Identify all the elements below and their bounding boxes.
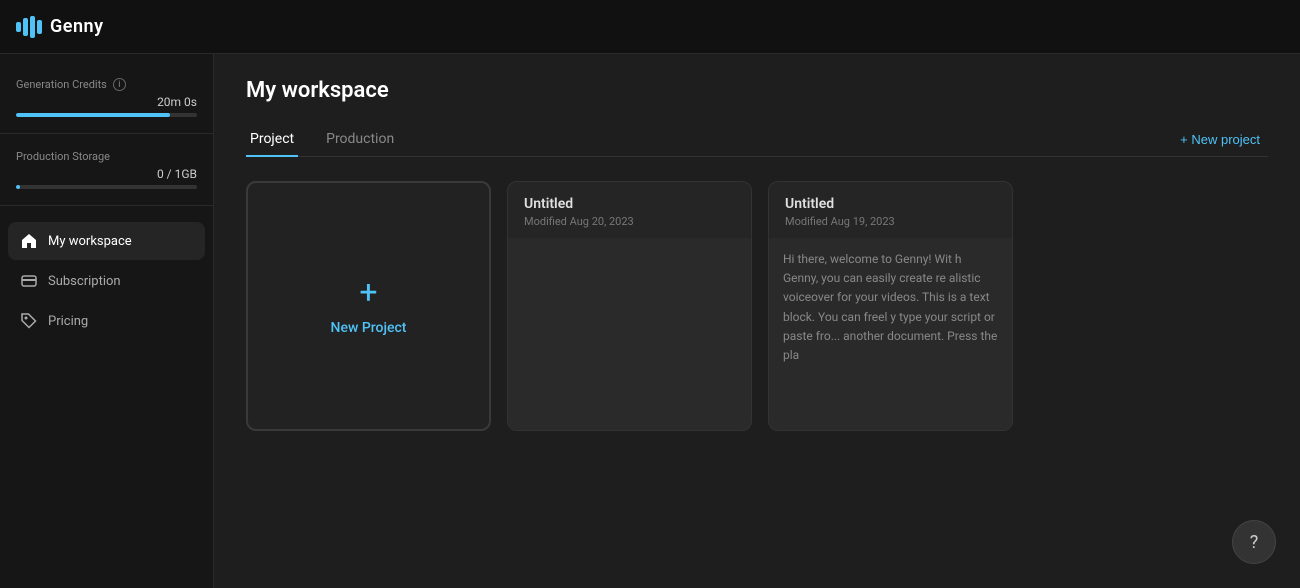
storage-progress-bar xyxy=(16,185,197,189)
topbar: Genny xyxy=(0,0,1300,54)
card-1-header: Untitled Modified Aug 19, 2023 xyxy=(769,182,1012,238)
tab-project-label: Project xyxy=(250,131,294,147)
card-1-preview: Hi there, welcome to Genny! Wit h Genny,… xyxy=(769,238,1012,430)
tabs-row: Project Production + New project xyxy=(246,123,1268,157)
content-area: My workspace Project Production + New pr… xyxy=(214,54,1300,588)
project-card-1[interactable]: Untitled Modified Aug 19, 2023 Hi there,… xyxy=(768,181,1013,431)
sidebar-item-pricing[interactable]: Pricing xyxy=(8,302,205,340)
project-card-0[interactable]: Untitled Modified Aug 20, 2023 xyxy=(507,181,752,431)
credits-label-row: Generation Credits i xyxy=(16,78,197,91)
tab-production-label: Production xyxy=(326,131,394,147)
card-1-date: Modified Aug 19, 2023 xyxy=(785,215,996,228)
page-title: My workspace xyxy=(246,78,1268,103)
sidebar: Generation Credits i 20m 0s Production S… xyxy=(0,54,214,588)
nav-items: My workspace Subscription xyxy=(0,222,213,340)
help-icon: ? xyxy=(1250,532,1259,553)
credits-section: Generation Credits i 20m 0s xyxy=(0,70,213,134)
credits-progress-fill xyxy=(16,113,170,117)
logo-text: Genny xyxy=(50,16,104,37)
new-plus-icon: + xyxy=(359,276,377,308)
sidebar-item-label-subscription: Subscription xyxy=(48,274,121,289)
help-button[interactable]: ? xyxy=(1232,520,1276,564)
sidebar-item-subscription[interactable]: Subscription xyxy=(8,262,205,300)
sidebar-item-label-workspace: My workspace xyxy=(48,234,132,249)
logo-icon xyxy=(16,16,44,38)
main-layout: Generation Credits i 20m 0s Production S… xyxy=(0,54,1300,588)
logo: Genny xyxy=(16,16,104,38)
tab-production[interactable]: Production xyxy=(322,123,398,157)
card-0-title: Untitled xyxy=(524,196,735,212)
card-0-preview xyxy=(508,238,751,430)
tab-project[interactable]: Project xyxy=(246,123,298,157)
home-icon xyxy=(20,232,38,250)
storage-value: 0 / 1GB xyxy=(16,167,197,181)
card-0-header: Untitled Modified Aug 20, 2023 xyxy=(508,182,751,238)
card-icon xyxy=(20,272,38,290)
storage-section: Production Storage 0 / 1GB xyxy=(0,142,213,206)
sidebar-item-label-pricing: Pricing xyxy=(48,314,88,329)
sidebar-item-my-workspace[interactable]: My workspace xyxy=(8,222,205,260)
new-project-card-label: New Project xyxy=(331,320,407,336)
credits-value: 20m 0s xyxy=(16,95,197,109)
credits-progress-bar xyxy=(16,113,197,117)
new-project-button-label: + New project xyxy=(1180,132,1260,147)
credits-info-icon[interactable]: i xyxy=(113,78,126,91)
storage-label: Production Storage xyxy=(16,150,197,163)
cards-grid: + New Project Untitled Modified Aug 20, … xyxy=(246,181,1268,431)
card-0-date: Modified Aug 20, 2023 xyxy=(524,215,735,228)
new-project-button[interactable]: + New project xyxy=(1172,123,1268,156)
card-1-title: Untitled xyxy=(785,196,996,212)
tag-icon xyxy=(20,312,38,330)
storage-progress-fill xyxy=(16,185,20,189)
credits-label-text: Generation Credits xyxy=(16,78,107,91)
new-project-card[interactable]: + New Project xyxy=(246,181,491,431)
